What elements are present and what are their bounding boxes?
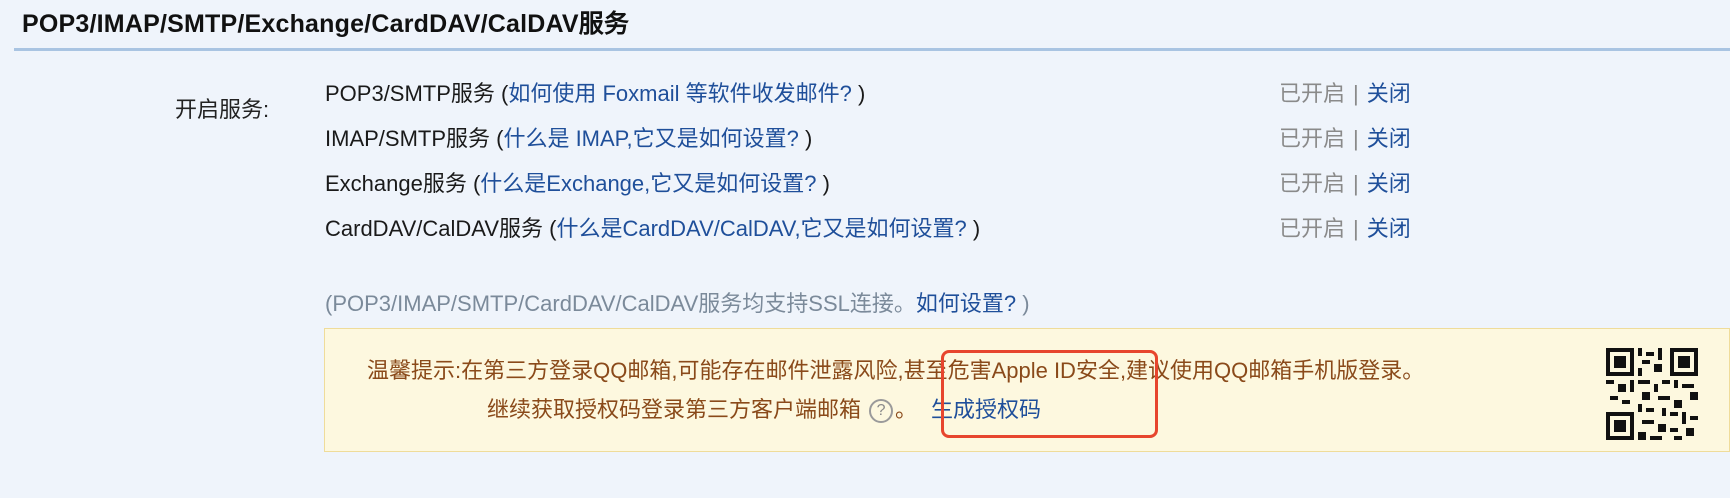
question-circle-icon[interactable]: ? [869,399,894,424]
paren: ) [851,81,866,106]
notice-line-warning: 温馨提示:在第三方登录QQ邮箱,可能存在邮件泄露风险,甚至危害Apple ID安… [367,358,1425,383]
service-status-carddav: 已开启 | 关闭 [1279,211,1411,243]
service-name: IMAP/SMTP服务 ( [325,126,504,151]
close-service-button[interactable]: 关闭 [1367,81,1411,106]
paren: ) [816,171,830,196]
close-service-button[interactable]: 关闭 [1367,216,1411,241]
paren: ) [798,126,813,151]
service-row-carddav: CardDAV/CalDAV服务 (什么是CardDAV/CalDAV,它又是如… [325,211,980,243]
enable-service-label: 开启服务: [175,97,270,122]
ssl-setup-link[interactable]: 如何设置? [916,291,1016,316]
status-separator: | [1353,171,1359,196]
qr-code-icon [1606,348,1698,440]
status-separator: | [1353,81,1359,106]
service-row-pop3: POP3/SMTP服务 (如何使用 Foxmail 等软件收发邮件? ) [325,76,865,108]
service-help-link[interactable]: 什么是 IMAP,它又是如何设置? [503,126,798,151]
status-enabled: 已开启 [1279,81,1346,106]
service-help-link[interactable]: 如何使用 Foxmail 等软件收发邮件? [508,81,851,106]
auth-code-text: 继续获取授权码登录第三方客户端邮箱 [487,397,862,422]
service-help-link[interactable]: 什么是Exchange,它又是如何设置? [480,171,816,196]
service-row-imap: IMAP/SMTP服务 (什么是 IMAP,它又是如何设置? ) [325,121,812,153]
ssl-note-text: (POP3/IMAP/SMTP/CardDAV/CalDAV服务均支持SSL连接… [325,291,916,316]
section-title: POP3/IMAP/SMTP/Exchange/CardDAV/CalDAV服务 [22,10,630,38]
service-help-link[interactable]: 什么是CardDAV/CalDAV,它又是如何设置? [556,216,966,241]
status-enabled: 已开启 [1279,216,1346,241]
service-name: Exchange服务 ( [325,171,481,196]
service-name: POP3/SMTP服务 ( [325,81,509,106]
paren: ) [1016,291,1030,316]
paren: ) [966,216,981,241]
status-separator: | [1353,126,1359,151]
close-service-button[interactable]: 关闭 [1367,171,1411,196]
service-status-pop3: 已开启 | 关闭 [1279,76,1411,108]
service-status-exchange: 已开启 | 关闭 [1279,166,1411,198]
status-enabled: 已开启 [1279,171,1346,196]
service-row-exchange: Exchange服务 (什么是Exchange,它又是如何设置? ) [325,166,830,198]
highlight-annotation [941,350,1158,438]
period: 。 [895,397,918,422]
close-service-button[interactable]: 关闭 [1367,126,1411,151]
ssl-note: (POP3/IMAP/SMTP/CardDAV/CalDAV服务均支持SSL连接… [325,286,1030,318]
service-name: CardDAV/CalDAV服务 ( [325,216,557,241]
title-divider [14,48,1730,51]
service-status-imap: 已开启 | 关闭 [1279,121,1411,153]
status-separator: | [1353,216,1359,241]
status-enabled: 已开启 [1279,126,1346,151]
